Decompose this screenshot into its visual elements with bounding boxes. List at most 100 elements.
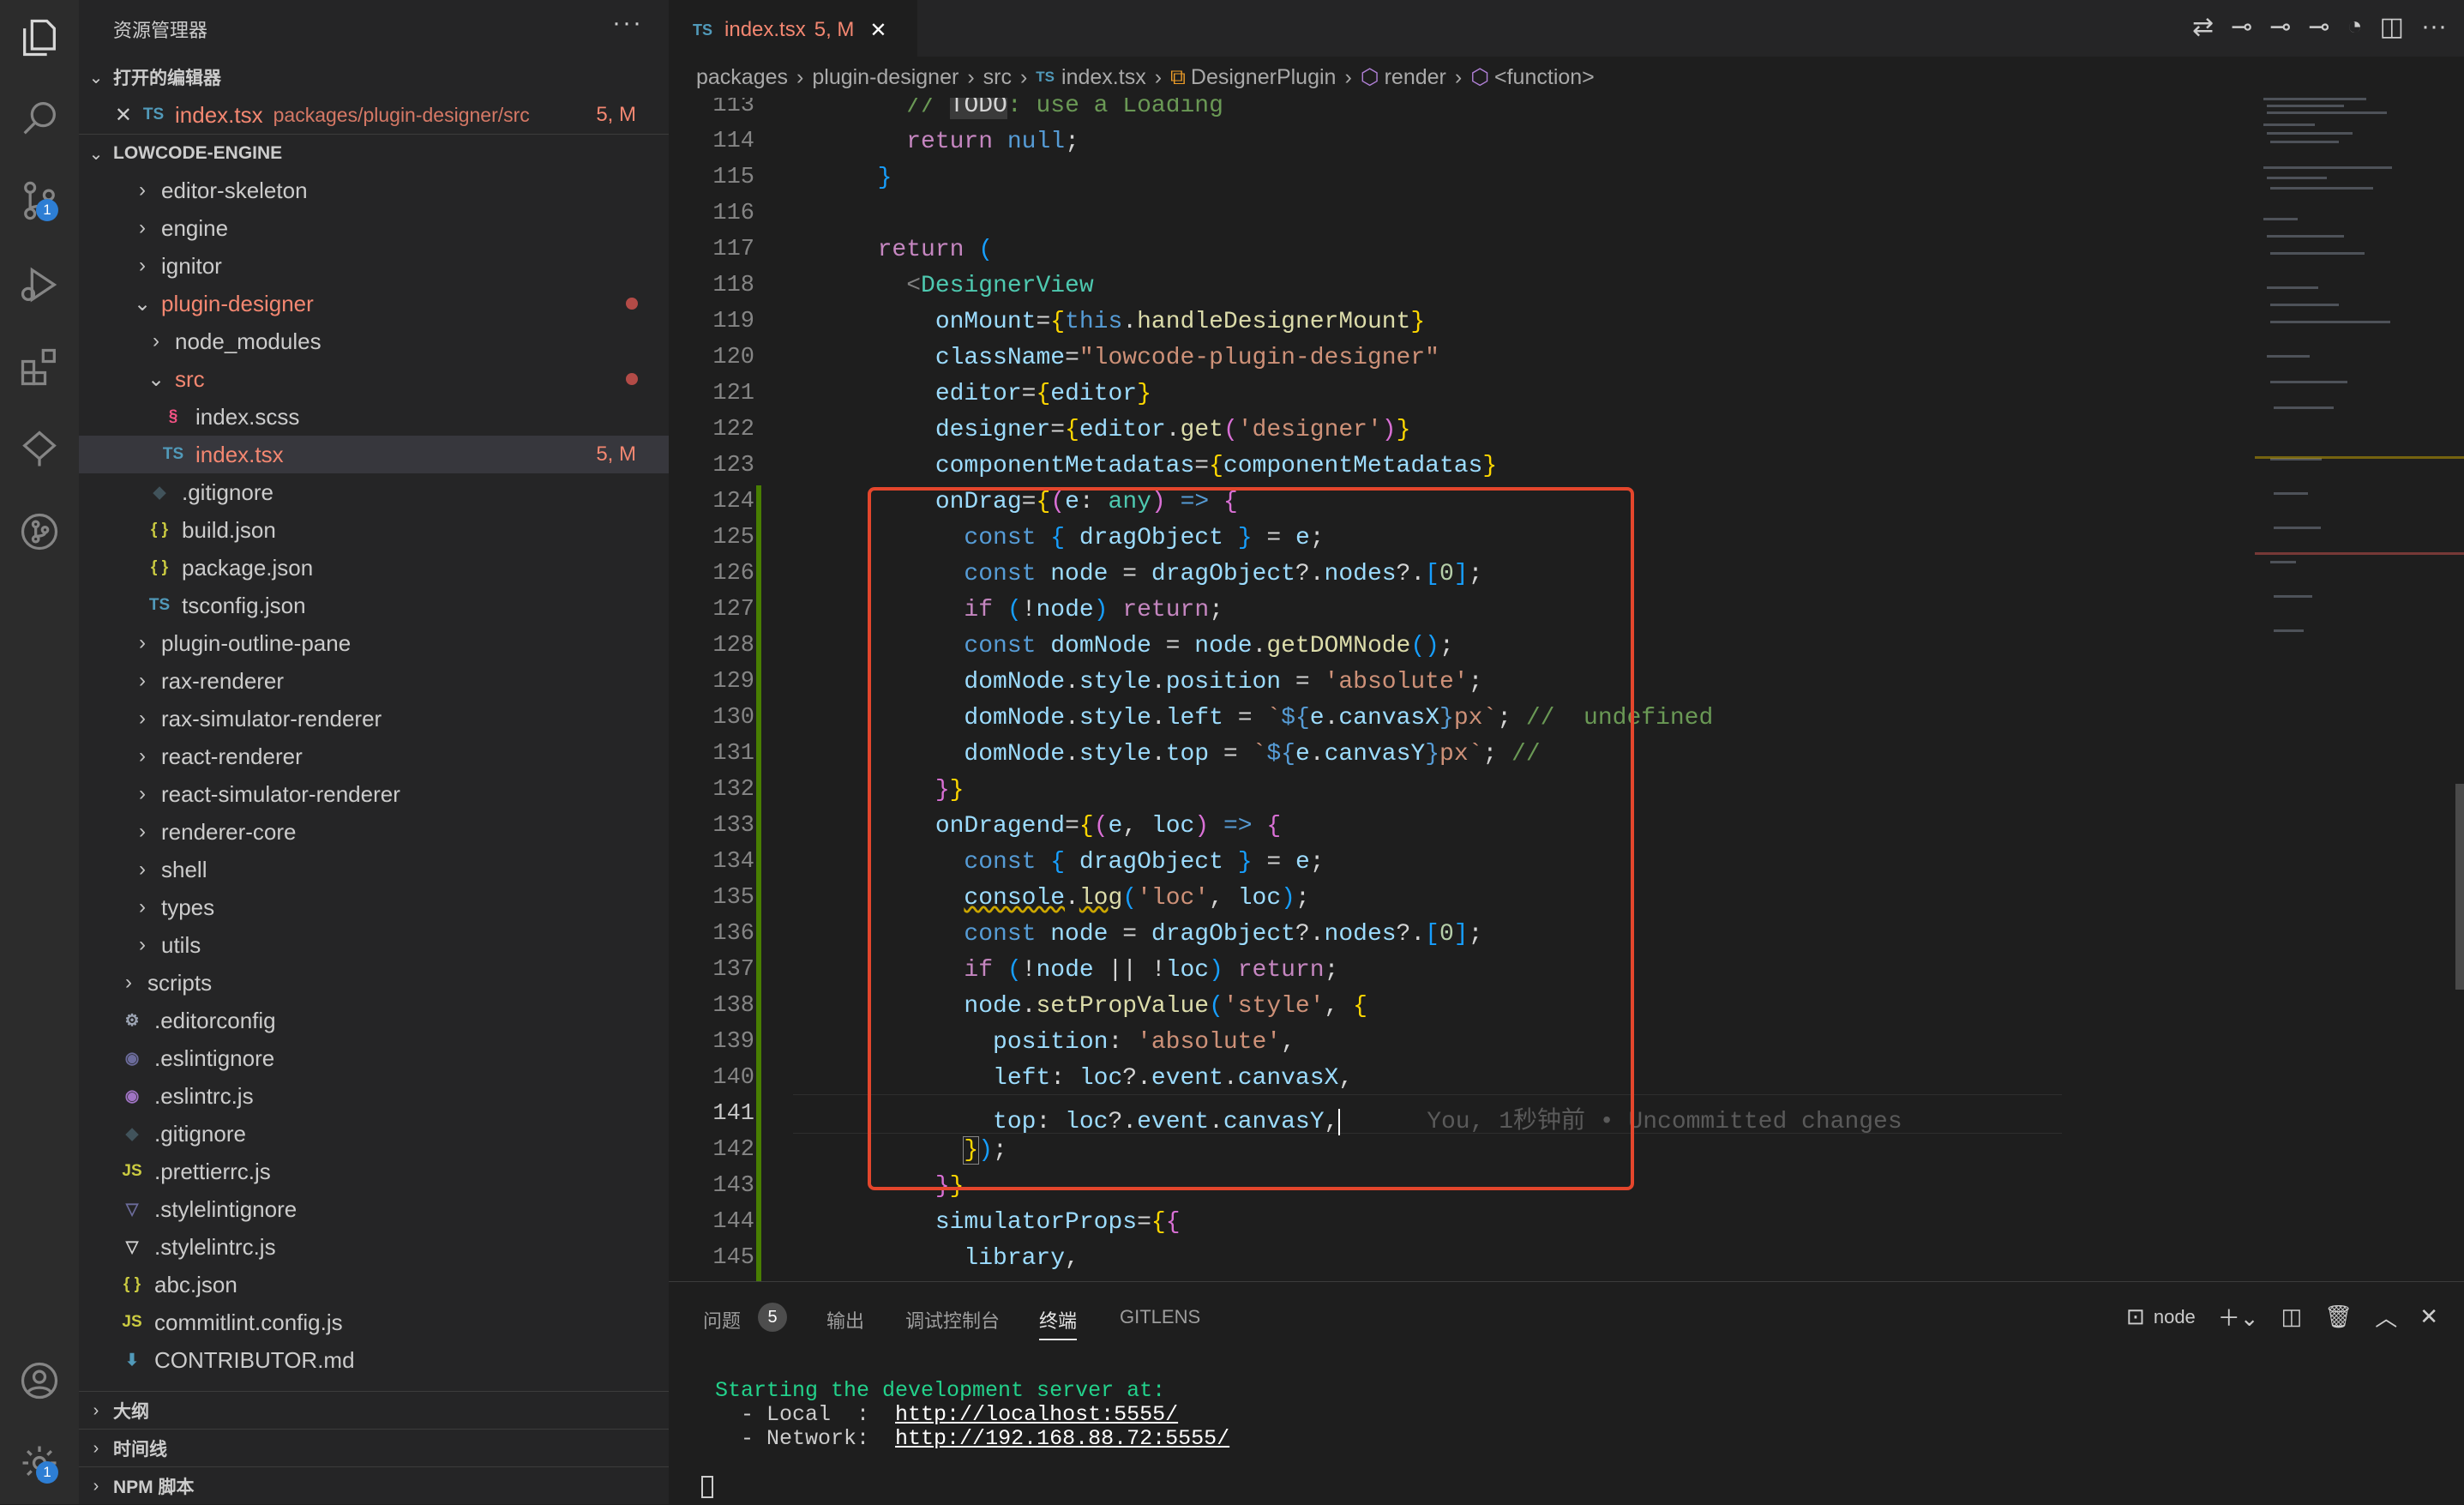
panel-actions: ⊡ node ＋⌄ ◫ 🗑 ︿ ✕ bbox=[2126, 1301, 2438, 1333]
file-build-json[interactable]: { } build.json bbox=[79, 511, 669, 549]
line-number: 119 bbox=[712, 309, 754, 334]
folder-rax-simulator-renderer[interactable]: › rax-simulator-renderer bbox=[79, 700, 669, 737]
folder-plugin-outline-pane[interactable]: › plugin-outline-pane bbox=[79, 624, 669, 662]
breadcrumb: packages › plugin-designer › src › TS index… bbox=[696, 64, 1595, 90]
line-number: 124 bbox=[712, 489, 754, 515]
file-abc-json[interactable]: { } abc.json bbox=[79, 1266, 669, 1303]
code-line: designer={editor.get('designer')} bbox=[935, 417, 1411, 443]
code-line: } bbox=[877, 165, 892, 191]
tab-problems[interactable]: 问题 bbox=[703, 1306, 741, 1333]
chevron-right-icon: › bbox=[139, 895, 146, 918]
open-editor-item[interactable]: ✕ TS index.tsx packages/plugin-designer/… bbox=[79, 96, 669, 134]
close-icon[interactable]: ✕ bbox=[79, 103, 132, 128]
open-editors-header[interactable]: ⌄ 打开的编辑器 bbox=[79, 58, 669, 96]
compare-changes-icon[interactable]: ⇄ bbox=[2192, 12, 2214, 42]
explorer-icon[interactable] bbox=[14, 12, 65, 63]
network-url-link[interactable]: http://192.168.88.72:5555/ bbox=[895, 1426, 1229, 1451]
file-index-scss[interactable]: § index.scss bbox=[79, 398, 669, 436]
folder-plugin-designer[interactable]: ⌄ plugin-designer bbox=[79, 285, 669, 322]
folder-src[interactable]: ⌄ src bbox=[79, 360, 669, 398]
run-debug-icon[interactable] bbox=[14, 259, 65, 310]
folder-ignitor[interactable]: › ignitor bbox=[79, 247, 669, 285]
file-commitlint-config-js[interactable]: JS commitlint.config.js bbox=[79, 1303, 669, 1341]
file-editorconfig[interactable]: ⚙ .editorconfig bbox=[79, 1002, 669, 1039]
folder-scripts[interactable]: › scripts bbox=[79, 964, 669, 1002]
minimap[interactable] bbox=[2255, 98, 2464, 1281]
extensions-icon[interactable] bbox=[14, 341, 65, 393]
scm-badge: 1 bbox=[36, 199, 58, 221]
split-terminal-icon[interactable]: ◫ bbox=[2281, 1303, 2303, 1330]
accounts-icon[interactable] bbox=[14, 1355, 65, 1406]
explorer-more-button[interactable]: ··· bbox=[612, 9, 643, 38]
git-graph-icon[interactable] bbox=[14, 506, 65, 557]
breadcrumb-class[interactable]: DesignerPlugin bbox=[1191, 65, 1337, 90]
trash-icon[interactable]: 🗑 bbox=[2324, 1303, 2353, 1330]
file-eslintrc-js[interactable]: ◉ .eslintrc.js bbox=[79, 1077, 669, 1115]
breadcrumb-function[interactable]: <function> bbox=[1494, 65, 1595, 90]
testing-icon[interactable] bbox=[14, 424, 65, 475]
breadcrumb-method[interactable]: render bbox=[1385, 65, 1446, 90]
method-icon: ⬡ bbox=[1360, 65, 1379, 89]
outline-section[interactable]: › 大纲 bbox=[79, 1391, 669, 1430]
folder-node-modules[interactable]: › node_modules bbox=[79, 322, 669, 360]
folder-react-simulator-renderer[interactable]: › react-simulator-renderer bbox=[79, 775, 669, 813]
code-line: return null; bbox=[906, 129, 1079, 155]
breadcrumb-file[interactable]: index.tsx bbox=[1061, 65, 1146, 90]
close-icon[interactable]: ✕ bbox=[869, 18, 886, 43]
breadcrumb-plugin-designer[interactable]: plugin-designer bbox=[812, 65, 959, 90]
terminal-instance-name[interactable]: node bbox=[2154, 1306, 2196, 1328]
timeline-icon[interactable]: ◔ bbox=[2347, 12, 2363, 42]
file-eslintignore[interactable]: ◉ .eslintignore bbox=[79, 1039, 669, 1077]
maximize-panel-icon[interactable]: ︿ bbox=[2375, 1301, 2397, 1333]
minimap-scrollbar[interactable] bbox=[2455, 784, 2464, 990]
breadcrumb-packages[interactable]: packages bbox=[696, 65, 788, 90]
more-actions-icon[interactable]: ··· bbox=[2421, 12, 2447, 42]
commit-icon[interactable]: ⊸ bbox=[2269, 12, 2291, 42]
file-package-json[interactable]: { } package.json bbox=[79, 549, 669, 587]
folder-engine[interactable]: › engine bbox=[79, 209, 669, 247]
close-panel-icon[interactable]: ✕ bbox=[2419, 1303, 2438, 1330]
line-number: 114 bbox=[712, 129, 754, 154]
split-editor-icon[interactable]: ◫ bbox=[2380, 12, 2404, 42]
line-number: 128 bbox=[712, 633, 754, 659]
npm-scripts-section[interactable]: › NPM 脚本 bbox=[79, 1466, 669, 1505]
folder-react-renderer[interactable]: › react-renderer bbox=[79, 737, 669, 775]
timeline-section[interactable]: › 时间线 bbox=[79, 1429, 669, 1467]
tab-gitlens[interactable]: GITLENS bbox=[1120, 1306, 1200, 1328]
tab-terminal[interactable]: 终端 bbox=[1039, 1306, 1078, 1340]
file-prettierrc-js[interactable]: JS .prettierrc.js bbox=[79, 1153, 669, 1190]
folder-shell[interactable]: › shell bbox=[79, 851, 669, 888]
config-file-icon: ▽ bbox=[125, 1200, 139, 1219]
terminal-cursor[interactable] bbox=[701, 1476, 713, 1498]
line-number: 120 bbox=[712, 345, 754, 370]
file-gitignore[interactable]: ◆ .gitignore bbox=[79, 473, 669, 511]
config-file-icon: ◉ bbox=[124, 1049, 140, 1068]
file-tsconfig-json[interactable]: TS tsconfig.json bbox=[79, 587, 669, 624]
search-icon[interactable] bbox=[14, 93, 65, 144]
file-gitignore[interactable]: ◆ .gitignore bbox=[79, 1115, 669, 1153]
tab-output[interactable]: 输出 bbox=[826, 1306, 864, 1333]
tree-item-label: scripts bbox=[147, 969, 213, 996]
config-file-icon: ◉ bbox=[124, 1087, 140, 1105]
settings-gear-icon[interactable]: 1 bbox=[14, 1437, 65, 1489]
tree-item-label: .prettierrc.js bbox=[154, 1158, 271, 1184]
file-stylelintignore[interactable]: ▽ .stylelintignore bbox=[79, 1190, 669, 1228]
tab-debug-console[interactable]: 调试控制台 bbox=[905, 1306, 1000, 1333]
workspace-header[interactable]: ⌄ LOWCODE-ENGINE bbox=[79, 134, 669, 172]
folder-types[interactable]: › types bbox=[79, 888, 669, 926]
code-line: simulatorProps={{ bbox=[935, 1209, 1181, 1236]
folder-renderer-core[interactable]: › renderer-core bbox=[79, 813, 669, 851]
file-contributor-md[interactable]: ⬇ CONTRIBUTOR.md bbox=[79, 1341, 669, 1379]
next-change-icon[interactable]: ⊸ bbox=[2308, 12, 2329, 42]
file-index-tsx[interactable]: TS index.tsx 5, M bbox=[79, 436, 669, 473]
local-url-link[interactable]: http://localhost:5555/ bbox=[895, 1402, 1178, 1427]
tab-index-tsx[interactable]: TS index.tsx 5, M ✕ bbox=[669, 0, 917, 58]
new-terminal-icon[interactable]: ＋⌄ bbox=[2218, 1301, 2259, 1333]
folder-rax-renderer[interactable]: › rax-renderer bbox=[79, 662, 669, 700]
source-control-icon[interactable]: 1 bbox=[14, 175, 65, 226]
file-stylelintrc-js[interactable]: ▽ .stylelintrc.js bbox=[79, 1228, 669, 1266]
folder-utils[interactable]: › utils bbox=[79, 926, 669, 964]
breadcrumb-src[interactable]: src bbox=[983, 65, 1012, 90]
previous-change-icon[interactable]: ⊸ bbox=[2231, 12, 2252, 42]
folder-editor-skeleton[interactable]: › editor-skeleton bbox=[79, 172, 669, 209]
